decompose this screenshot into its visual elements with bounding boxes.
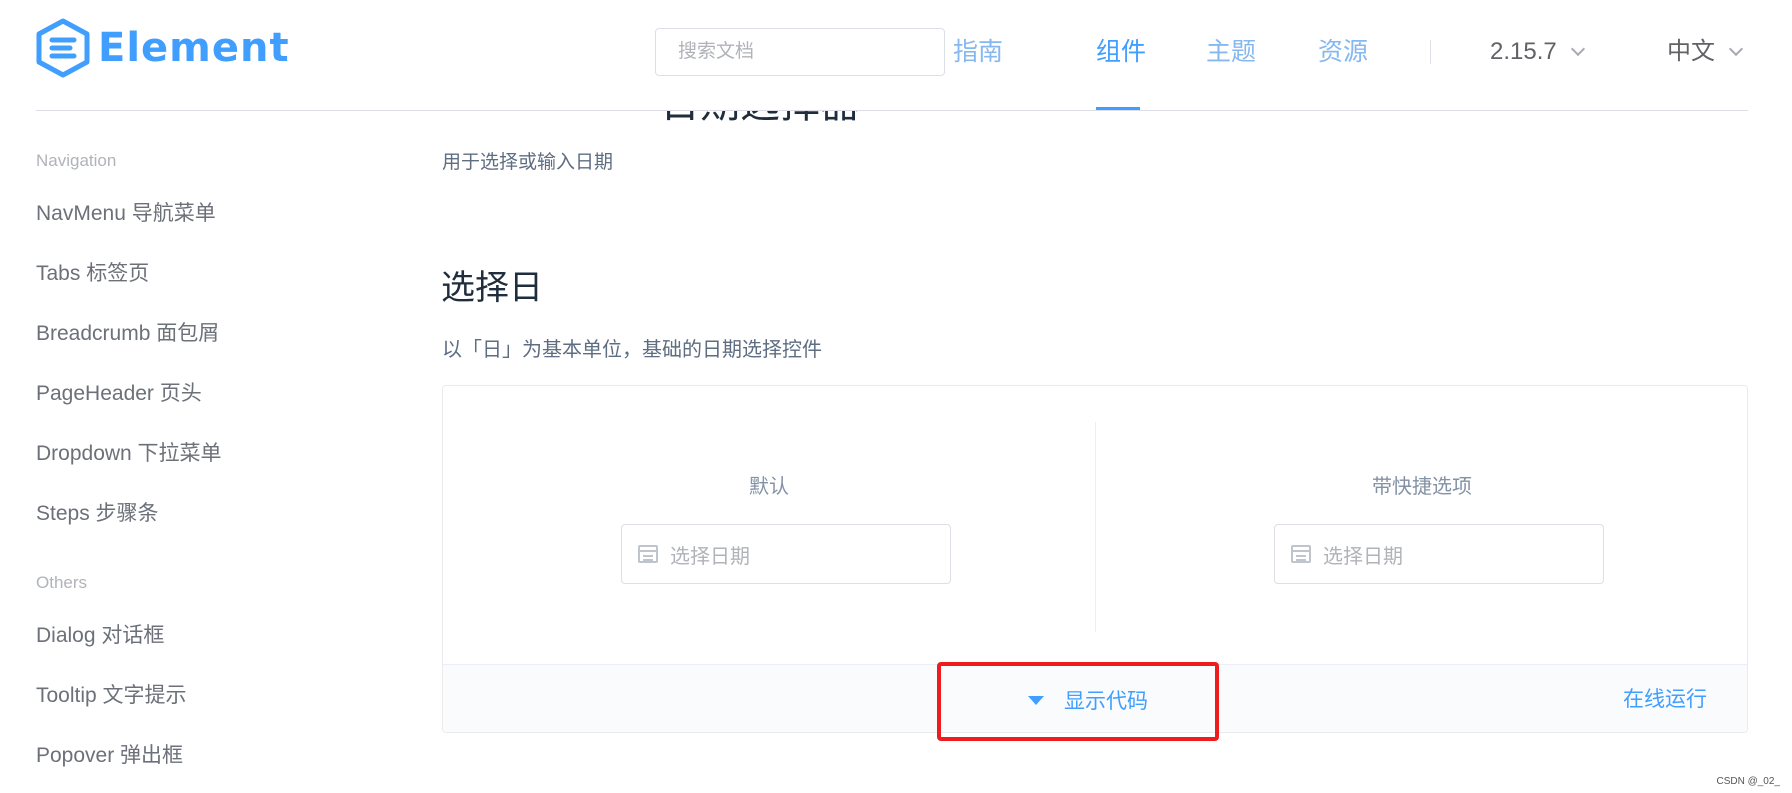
page-description: 用于选择或输入日期 — [442, 152, 614, 173]
section-description: 以「日」为基本单位，基础的日期选择控件 — [442, 339, 822, 361]
language-select[interactable]: 中文 — [1667, 32, 1744, 72]
demo-label-shortcuts: 带快捷选项 — [1372, 476, 1472, 498]
sidebar-item-dialog[interactable]: Dialog 对话框 — [36, 619, 164, 649]
sidebar-item-breadcrumb[interactable]: Breadcrumb 面包屑 — [36, 317, 219, 347]
calendar-icon — [1291, 545, 1311, 563]
run-online-button[interactable]: 在线运行 — [1623, 665, 1707, 732]
demo-label-default: 默认 — [749, 476, 789, 498]
date-picker-shortcuts[interactable]: 选择日期 — [1274, 524, 1604, 584]
sidebar-item-tabs[interactable]: Tabs 标签页 — [36, 257, 149, 287]
date-placeholder: 选择日期 — [1323, 545, 1403, 568]
nav-component[interactable]: 组件 — [1096, 32, 1146, 72]
sidebar-item-pageheader[interactable]: PageHeader 页头 — [36, 377, 202, 407]
version-label: 2.15.7 — [1490, 38, 1557, 65]
element-logo-icon — [36, 18, 90, 78]
section-title: 选择日 — [441, 269, 543, 307]
sidebar-item-steps[interactable]: Steps 步骤条 — [36, 497, 159, 527]
nav-resource[interactable]: 资源 — [1318, 32, 1368, 72]
date-picker-default[interactable]: 选择日期 — [621, 524, 951, 584]
demo-control-bar: 显示代码 在线运行 — [443, 664, 1747, 732]
top-header: Element 指南 组件 主题 资源 2.15.7 中文 — [0, 0, 1792, 111]
logo-text: Element — [98, 25, 290, 71]
sidebar-item-navmenu[interactable]: NavMenu 导航菜单 — [36, 197, 216, 227]
nav-guide[interactable]: 指南 — [953, 32, 1003, 72]
show-code-button[interactable]: 显示代码 — [1028, 665, 1148, 732]
sidebar-item-tooltip[interactable]: Tooltip 文字提示 — [36, 679, 187, 709]
nav-theme[interactable]: 主题 — [1206, 32, 1256, 72]
search-input[interactable] — [655, 28, 945, 76]
calendar-icon — [638, 545, 658, 563]
show-code-label: 显示代码 — [1064, 690, 1148, 713]
caret-down-icon — [1028, 695, 1044, 705]
language-label: 中文 — [1667, 38, 1715, 65]
nav-divider — [1430, 40, 1431, 64]
watermark: CSDN @_02_ — [1716, 776, 1780, 787]
sidebar-item-popover[interactable]: Popover 弹出框 — [36, 739, 183, 769]
chevron-down-icon — [1728, 41, 1744, 57]
demo-block: 默认 选择日期 带快捷选项 选择日期 显示代码 在线运行 — [442, 385, 1748, 733]
date-placeholder: 选择日期 — [670, 545, 750, 568]
sidebar-group-title: Others — [36, 573, 88, 592]
sidebar-group-title: Navigation — [36, 151, 117, 170]
sidebar: Navigation NavMenu 导航菜单 Tabs 标签页 Breadcr… — [36, 111, 396, 793]
demo-column-shortcuts: 带快捷选项 选择日期 — [1096, 422, 1747, 632]
page-title: 日期选择器 — [660, 111, 860, 129]
demo-column-default: 默认 选择日期 — [443, 422, 1095, 632]
chevron-down-icon — [1570, 41, 1585, 57]
version-select[interactable]: 2.15.7 — [1490, 32, 1585, 72]
sidebar-item-dropdown[interactable]: Dropdown 下拉菜单 — [36, 437, 222, 467]
element-logo[interactable]: Element — [36, 18, 290, 78]
